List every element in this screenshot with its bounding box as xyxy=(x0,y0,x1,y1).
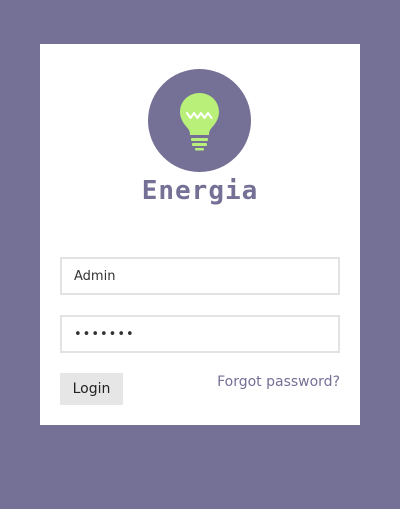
logo-badge xyxy=(148,69,251,172)
password-input[interactable] xyxy=(60,315,340,353)
forgot-password-link[interactable]: Forgot password? xyxy=(217,374,340,390)
username-input[interactable] xyxy=(60,257,340,295)
login-card: Energia Login Forgot password? xyxy=(40,44,360,425)
app-title: Energia xyxy=(141,176,259,206)
login-button[interactable]: Login xyxy=(60,373,123,405)
lightbulb-icon xyxy=(180,93,219,151)
